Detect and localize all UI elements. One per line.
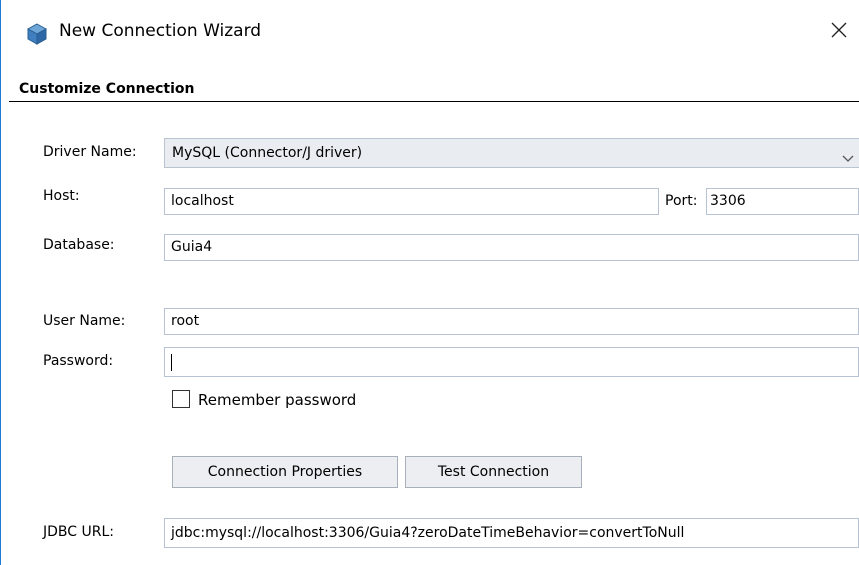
section-title: Customize Connection — [19, 81, 195, 97]
window-title: New Connection Wizard — [59, 21, 262, 41]
close-icon — [831, 22, 847, 42]
database-label: Database: — [43, 237, 115, 253]
wizard-content: Customize Connection Driver Name: MySQL … — [9, 68, 859, 565]
port-input[interactable]: 3306 — [706, 188, 859, 215]
jdbc-url-label: JDBC URL: — [43, 524, 114, 540]
close-button[interactable] — [819, 12, 859, 52]
driver-select[interactable]: MySQL (Connector/J driver) — [164, 138, 859, 168]
connection-properties-button[interactable]: Connection Properties — [172, 456, 398, 488]
window-border — [0, 0, 1, 565]
driver-select-value: MySQL (Connector/J driver) — [172, 145, 363, 161]
port-label: Port: — [665, 193, 698, 209]
username-input[interactable]: root — [164, 308, 859, 335]
connection-wizard-window: New Connection Wizard Customize Connecti… — [0, 0, 859, 565]
title-bar: New Connection Wizard — [1, 0, 859, 68]
test-connection-button[interactable]: Test Connection — [405, 456, 582, 488]
chevron-down-icon — [841, 147, 855, 162]
database-cube-icon — [26, 23, 48, 45]
section-header: Customize Connection — [9, 76, 859, 102]
username-label: User Name: — [43, 313, 126, 329]
driver-name-label: Driver Name: — [43, 144, 137, 160]
password-label: Password: — [43, 353, 114, 369]
host-label: Host: — [43, 188, 80, 204]
database-input[interactable]: Guia4 — [164, 234, 859, 261]
host-input[interactable]: localhost — [164, 188, 659, 215]
remember-password-label: Remember password — [198, 391, 357, 409]
password-field[interactable] — [164, 347, 859, 377]
jdbc-url-field[interactable]: jdbc:mysql://localhost:3306/Guia4?zeroDa… — [164, 518, 859, 548]
remember-password-checkbox[interactable] — [172, 390, 190, 408]
text-caret — [171, 353, 172, 371]
